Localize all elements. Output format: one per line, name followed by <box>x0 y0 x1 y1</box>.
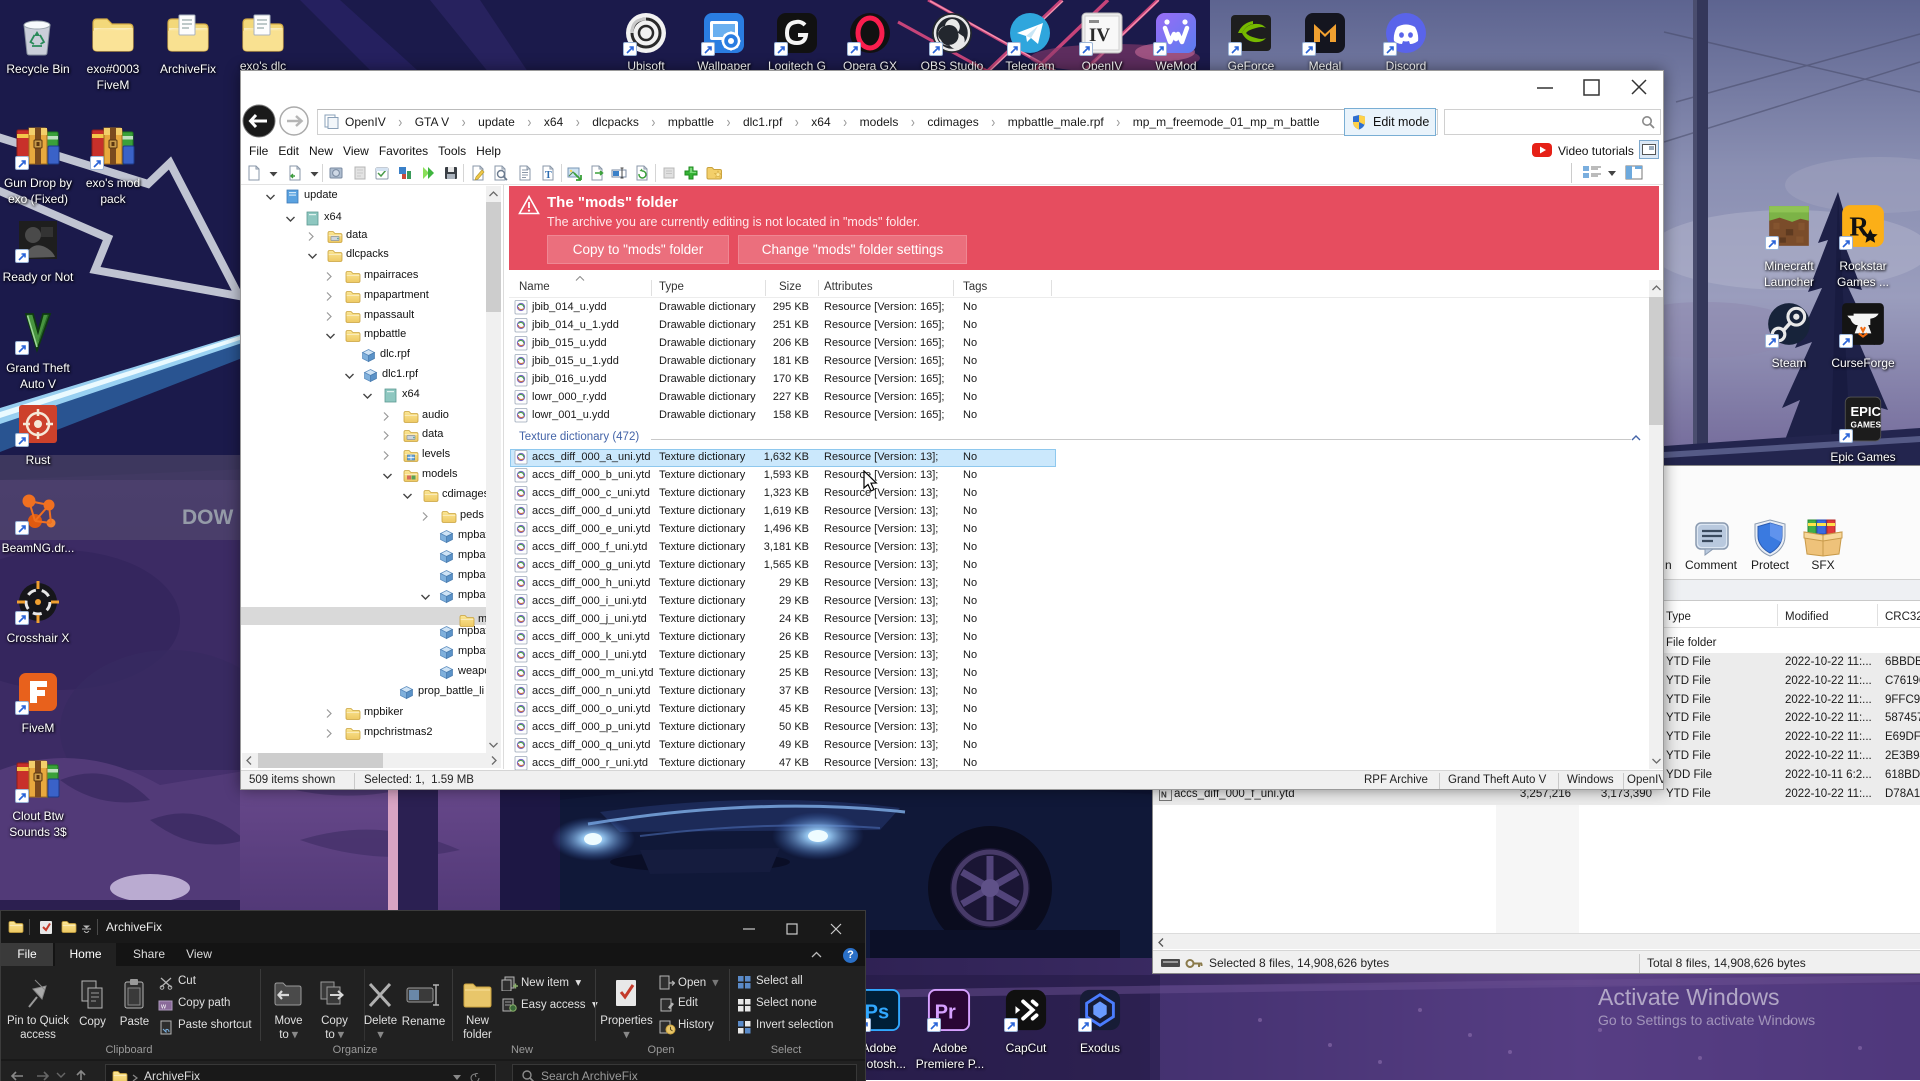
svg-text:T: T <box>545 170 552 181</box>
svg-text:DOW: DOW <box>182 506 234 529</box>
svg-text:EPIC: EPIC <box>1850 404 1881 419</box>
svg-text:GAMES: GAMES <box>1850 419 1881 429</box>
svg-text:w: w <box>160 1004 167 1011</box>
svg-text:N: N <box>1161 791 1167 800</box>
